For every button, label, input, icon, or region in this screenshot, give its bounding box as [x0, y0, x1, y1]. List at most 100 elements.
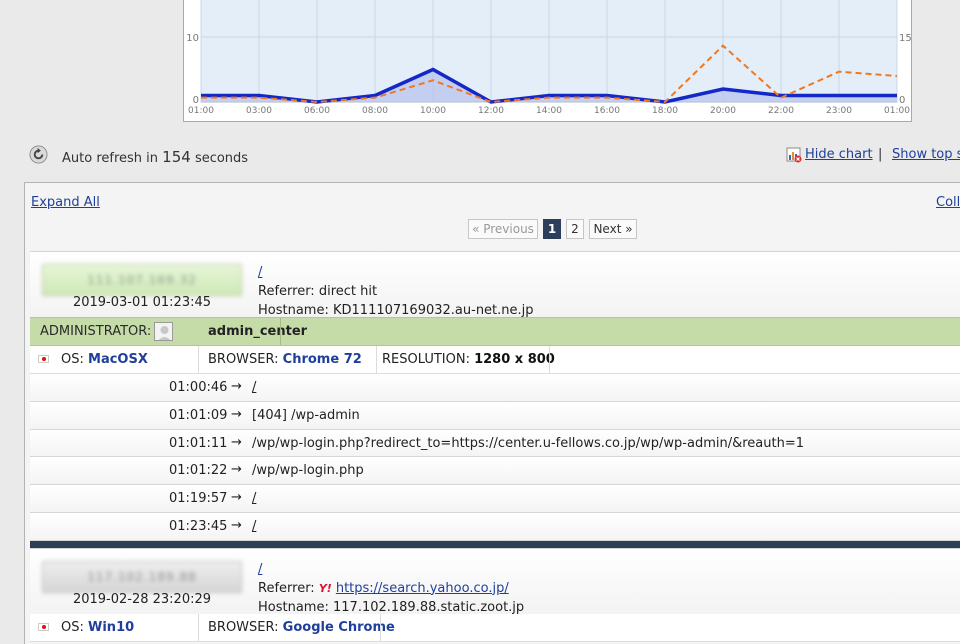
hostname-value: 117.102.189.88.static.zoot.jp: [333, 599, 525, 615]
x-tick-label: 20:00: [710, 106, 736, 116]
y-left-tick-label: 10: [186, 33, 199, 44]
referrer-value: direct hit: [318, 284, 378, 299]
visit-info: / Referrer: direct hit Hostname: KD11110…: [258, 263, 534, 320]
os-cell: OS: Win10: [61, 619, 135, 635]
environment-row: OS: MacOSX BROWSER: Chrome 72 RESOLUTION…: [30, 346, 960, 374]
os-value: Win10: [88, 619, 135, 635]
visit-timestamp: 2019-03-01 01:23:45: [72, 295, 212, 310]
page-2-button[interactable]: 2: [566, 219, 584, 239]
cell-divider: [380, 613, 381, 641]
page-1-button[interactable]: 1: [543, 219, 561, 239]
action-row: 01:19:57 → /: [30, 485, 960, 513]
refresh-icon[interactable]: [29, 145, 48, 164]
action-url: /wp/wp-login.php?redirect_to=https://cen…: [252, 435, 805, 451]
x-tick-label: 08:00: [362, 106, 388, 116]
line-chart: 01:00 03:00 06:00 08:00 10:00 12:00 14:00 16:00…: [186, 0, 912, 116]
administrator-label: ADMINISTRATOR:: [40, 324, 152, 339]
link-separator: |: [878, 147, 883, 162]
browser-value: Google Chrome: [282, 619, 395, 635]
browser-cell: BROWSER: Google Chrome: [208, 619, 395, 635]
referrer-line: Referrer: Y! https://search.yahoo.co.jp/: [258, 580, 509, 596]
arrow-right-icon: →: [231, 434, 242, 450]
browser-cell: BROWSER: Chrome 72: [208, 352, 362, 367]
administrator-row: ADMINISTRATOR: admin_center: [30, 317, 960, 346]
action-time: 01:01:11: [169, 435, 228, 451]
refresh-countdown: 154: [162, 148, 191, 166]
japan-flag-icon: [38, 355, 49, 363]
action-list: 01:00:46 →/01:01:09 → [404] /wp-admin 01:01:…: [30, 374, 960, 541]
action-row: 01:00:46 → /: [30, 374, 960, 402]
x-tick-label: 23:00: [826, 106, 852, 116]
cell-divider: [376, 346, 377, 373]
collapse-all-link[interactable]: Coll: [936, 195, 960, 210]
environment-row: OS: Win10 BROWSER: Google Chrome: [30, 613, 960, 642]
action-time: 01:00:46: [169, 380, 228, 395]
os-value: MacOSX: [88, 352, 148, 367]
os-cell: OS: MacOSX: [61, 352, 148, 367]
ip-address-box[interactable]: 111.107.169.32: [42, 264, 242, 296]
action-row: 01:01:22 → /wp/wp-login.php: [30, 457, 960, 486]
action-page-link[interactable]: /: [252, 380, 256, 395]
administrator-name[interactable]: admin_center: [208, 324, 307, 339]
arrow-right-icon: →: [231, 490, 242, 506]
action-time: 01:01:09: [169, 407, 228, 423]
auto-refresh-text: Auto refresh in 154 seconds: [62, 148, 249, 166]
action-time: 01:23:45: [169, 518, 228, 534]
x-tick-label: 18:00: [652, 106, 678, 116]
visit-header: 111.107.169.32 2019-03-01 01:23:45 / Ref…: [30, 251, 960, 320]
visitor-log-panel: Expand All Coll « Previous 1 2 Next » 11…: [24, 182, 960, 644]
hostname-value: KD111107169032.au-net.ne.jp: [333, 303, 534, 318]
x-tick-label: 22:00: [768, 106, 794, 116]
resolution-cell: RESOLUTION: 1280 x 800: [382, 352, 555, 367]
referrer-link[interactable]: https://search.yahoo.co.jp/: [336, 581, 509, 596]
x-tick-label: 06:00: [304, 106, 330, 116]
action-page-link[interactable]: /: [252, 491, 256, 506]
y-right-tick-label: 0: [899, 95, 905, 106]
visit-info: / Referrer: Y! https://search.yahoo.co.jp…: [258, 560, 524, 617]
user-silhouette-icon: [158, 326, 171, 340]
resolution-value: 1280 x 800: [474, 352, 555, 367]
ip-address-box[interactable]: 117.102.189.88: [42, 560, 242, 593]
y-right-tick-label: 15: [899, 33, 912, 44]
next-page-button[interactable]: Next »: [589, 219, 637, 239]
cell-divider: [280, 318, 281, 345]
landing-page-link[interactable]: /: [258, 560, 524, 579]
yahoo-icon: Y!: [318, 581, 332, 595]
browser-value: Chrome 72: [282, 352, 362, 367]
action-time: 01:01:22: [169, 463, 228, 479]
x-tick-label: 03:00: [246, 106, 272, 116]
y-left-tick-label: 0: [193, 95, 199, 106]
action-url: [404] /wp-admin: [252, 407, 360, 423]
landing-page-link[interactable]: /: [258, 263, 534, 282]
arrow-right-icon: →: [231, 406, 242, 422]
chart-hide-icon[interactable]: [786, 147, 802, 163]
visit-header: 117.102.189.88 2019-02-28 23:20:29 / Ref…: [30, 547, 960, 617]
x-tick-label: 12:00: [478, 106, 504, 116]
previous-page-button[interactable]: « Previous: [468, 219, 538, 239]
action-page-link[interactable]: /: [252, 519, 256, 534]
hide-chart-link[interactable]: Hide chart: [805, 147, 873, 162]
cell-divider: [549, 346, 550, 373]
x-tick-label: 10:00: [420, 106, 446, 116]
avatar: [154, 322, 173, 341]
cell-divider: [198, 613, 199, 641]
expand-all-link[interactable]: Expand All: [31, 195, 100, 210]
x-tick-label: 14:00: [536, 106, 562, 116]
x-tick-label: 01:00: [884, 106, 910, 116]
action-row: 01:01:11 → /wp/wp-login.php?redirect_to=ht…: [30, 429, 960, 458]
action-time: 01:19:57: [169, 491, 228, 507]
visit-timestamp: 2019-02-28 23:20:29: [72, 591, 212, 607]
pagination: « Previous 1 2 Next »: [25, 219, 960, 239]
action-row: 01:23:45 → /: [30, 512, 960, 541]
arrow-right-icon: →: [231, 517, 242, 533]
referrer-line: Referrer: direct hit: [258, 284, 378, 299]
visit-list: 111.107.169.32 2019-03-01 01:23:45 / Ref…: [30, 251, 960, 642]
visit-separator: [30, 540, 960, 548]
show-top-link[interactable]: Show top s: [892, 147, 960, 162]
action-row: 01:01:09 → [404] /wp-admin: [30, 401, 960, 430]
x-tick-label: 16:00: [594, 106, 620, 116]
arrow-right-icon: →: [231, 379, 242, 394]
cell-divider: [198, 346, 199, 373]
arrow-right-icon: →: [231, 462, 242, 478]
japan-flag-icon: [38, 622, 49, 631]
